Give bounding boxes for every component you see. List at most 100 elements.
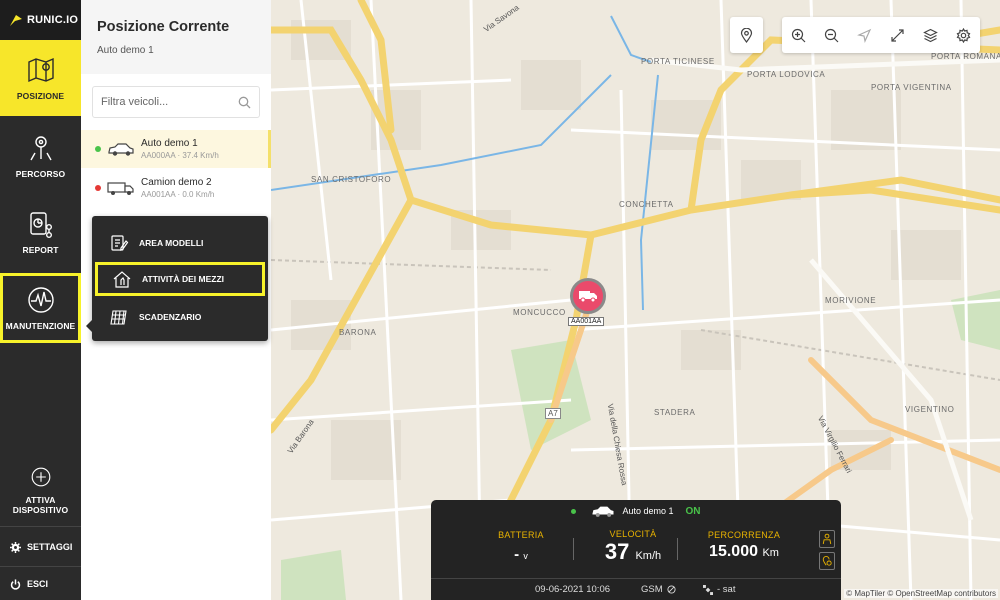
map-label: PORTA ROMANA: [931, 52, 1000, 61]
car-icon: [108, 143, 134, 156]
metric-unit: Km: [762, 547, 779, 559]
nav-percorso-label: PERCORSO: [15, 169, 66, 179]
status-dot: [95, 146, 101, 152]
nav-esci-label: ESCI: [27, 579, 49, 589]
vehicle-status-card: Auto demo 1 ON BATTERIA - v VELOCITÀ 37 …: [431, 500, 841, 600]
map-label: PORTA LODOVICA: [747, 70, 826, 79]
vehicle-meta: AA000AA · 37.4 Km/h: [141, 150, 219, 160]
gsm-status: GSM: [641, 584, 676, 595]
engine-state-badge: ON: [685, 505, 701, 517]
submenu-area-modelli[interactable]: AREA MODELLI: [92, 226, 268, 260]
house-wrench-icon: [113, 271, 131, 288]
zoom-out-icon: [824, 28, 839, 42]
map-label: BARONA: [339, 328, 377, 337]
metric-percorrenza: PERCORRENZA 15.000 Km: [689, 530, 799, 561]
vehicle-marker-plate[interactable]: AA001AA: [568, 317, 605, 326]
zoom-in-icon: [791, 28, 806, 42]
map-pin-icon: [27, 57, 54, 83]
map-label: MORIVIONE: [825, 296, 877, 305]
metric-unit: Km/h: [635, 550, 662, 562]
nav-posizione-label: POSIZIONE: [16, 91, 65, 101]
calendar-icon: [110, 310, 127, 325]
brand[interactable]: RUNIC.IO: [0, 0, 81, 40]
no-signal-icon: [667, 585, 676, 594]
page-title: Posizione Corrente: [97, 19, 230, 35]
nav-report[interactable]: REPORT: [0, 196, 81, 268]
map-label: MONCUCCO: [513, 308, 566, 317]
submenu-attivita-mezzi[interactable]: ATTIVITÀ DEI MEZZI: [95, 262, 265, 296]
metric-batteria: BATTERIA - v: [491, 530, 551, 563]
car-icon: [592, 506, 614, 517]
vehicle-item[interactable]: Auto demo 1 AA000AA · 37.4 Km/h: [81, 130, 271, 168]
location-pin-icon: [740, 27, 753, 43]
gear-icon: [956, 27, 971, 43]
zoom-in-button[interactable]: [782, 17, 815, 53]
navigation-arrow-icon: [857, 28, 872, 43]
route-icon: [29, 136, 52, 161]
submenu-scadenzario[interactable]: SCADENZARIO: [92, 300, 268, 334]
metric-unit: v: [523, 551, 528, 561]
document-edit-icon: [111, 235, 129, 251]
sat-label: - sat: [717, 584, 736, 595]
vehicle-marker[interactable]: [570, 278, 606, 314]
map-label: PORTA TICINESE: [641, 57, 715, 66]
metric-value-row: 37 Km/h: [589, 539, 677, 565]
driver-button[interactable]: [819, 530, 835, 548]
zoom-out-button[interactable]: [815, 17, 848, 53]
vehicle-meta: AA001AA · 0.0 Km/h: [141, 189, 215, 199]
map-locate-control: [730, 17, 763, 53]
vehicle-item[interactable]: Camion demo 2 AA001AA · 0.0 Km/h: [81, 169, 271, 207]
nav-settaggi[interactable]: SETTAGGI: [0, 527, 81, 567]
nav-manutenzione-label: MANUTENZIONE: [5, 321, 76, 331]
geofence-button[interactable]: [819, 552, 835, 570]
metric-divider: [677, 538, 678, 560]
nav-manutenzione[interactable]: MANUTENZIONE: [0, 273, 81, 343]
add-circle-icon: [31, 467, 50, 487]
nav-attiva-dispositivo[interactable]: ATTIVA DISPOSITIVO: [0, 455, 81, 525]
page-subtitle: Auto demo 1: [97, 45, 154, 56]
power-icon: [10, 578, 21, 590]
metric-value-row: - v: [491, 546, 551, 563]
metric-velocita: VELOCITÀ 37 Km/h: [589, 529, 677, 565]
nav-report-label: REPORT: [22, 245, 59, 255]
metric-label: PERCORRENZA: [707, 530, 781, 540]
fullscreen-button[interactable]: [881, 17, 914, 53]
pulse-wave-icon: [27, 287, 54, 313]
nav-percorso[interactable]: PERCORSO: [0, 120, 81, 192]
brand-name: RUNIC.IO: [27, 14, 79, 26]
map-pin-button[interactable]: [730, 17, 763, 53]
map-settings-button[interactable]: [947, 17, 980, 53]
nav-esci[interactable]: ESCI: [0, 564, 81, 600]
search-input[interactable]: [101, 96, 231, 108]
maintenance-submenu: AREA MODELLI ATTIVITÀ DEI MEZZI SCADENZA…: [86, 216, 268, 341]
runic-logo-icon: [10, 15, 22, 26]
vehicle-name: Camion demo 2: [141, 176, 212, 188]
status-card-footer: 09-06-2021 10:06 GSM - sat: [431, 578, 841, 600]
navigation-button[interactable]: [848, 17, 881, 53]
metric-value: 37: [604, 539, 630, 564]
nav-rail: RUNIC.IO POSIZIONE PERCORSO REPORT MANUT…: [0, 0, 81, 600]
status-dot: [571, 508, 577, 514]
road-label: A7: [545, 408, 561, 419]
search-icon[interactable]: [238, 96, 251, 109]
submenu-label: ATTIVITÀ DEI MEZZI: [142, 274, 225, 284]
vehicle-search[interactable]: [92, 86, 260, 118]
satellite-icon: [703, 584, 713, 595]
layers-button[interactable]: [914, 17, 947, 53]
map-label: CONCHETTA: [619, 200, 674, 209]
location-alert-icon: [822, 556, 832, 566]
sat-status: - sat: [703, 584, 735, 595]
status-dot: [95, 185, 101, 191]
metric-value: 15.000: [709, 543, 758, 560]
submenu-label: SCADENZARIO: [139, 312, 202, 322]
person-icon: [822, 533, 832, 545]
status-card-header: Auto demo 1 ON: [431, 500, 841, 522]
map-label: PORTA VIGENTINA: [871, 83, 952, 92]
nav-attiva-label-2: DISPOSITIVO: [12, 505, 69, 515]
nav-posizione[interactable]: POSIZIONE: [0, 40, 81, 116]
nav-attiva-label-1: ATTIVA: [25, 495, 56, 505]
gear-icon: [10, 541, 21, 553]
map-attribution[interactable]: © MapTiler © OpenStreetMap contributors: [844, 589, 998, 598]
report-icon: [29, 212, 52, 239]
metric-value-row: 15.000 Km: [689, 543, 799, 561]
